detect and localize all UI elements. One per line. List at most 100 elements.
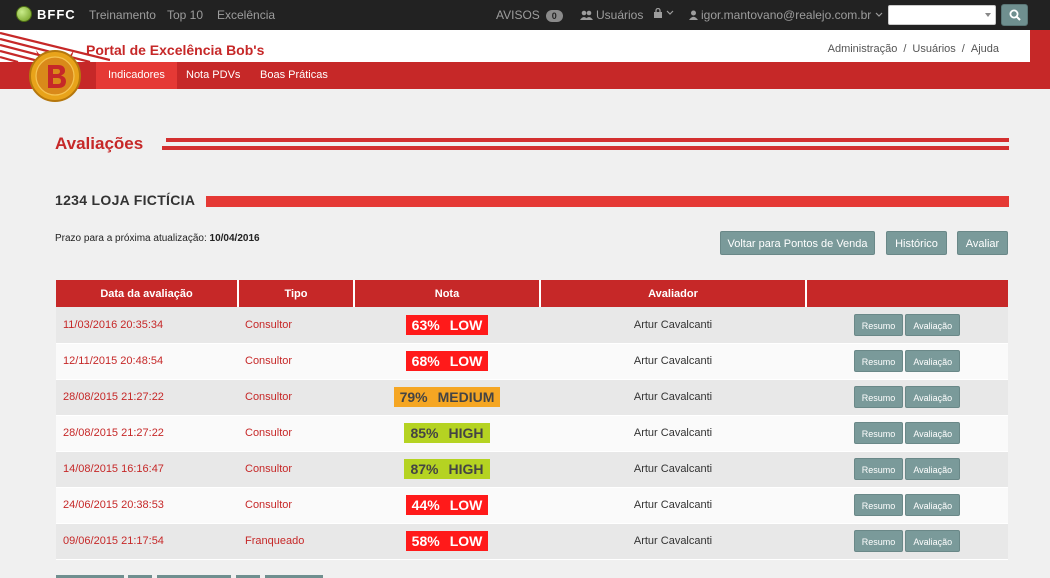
cell-type: Consultor: [238, 487, 354, 524]
cell-score: 44% LOW: [354, 487, 540, 524]
avaliacao-button[interactable]: Avaliação: [905, 350, 961, 372]
cell-type: Consultor: [238, 343, 354, 380]
lock-icon: [654, 8, 662, 18]
score-badge: 79% MEDIUM: [393, 387, 501, 407]
table-row: 12/11/2015 20:48:54 Consultor 68% LOW Artur …: [56, 343, 1008, 380]
resumo-button[interactable]: Resumo: [853, 313, 904, 336]
cell-date: 14/08/2015 16:16:47: [56, 451, 238, 488]
score-level: LOW: [449, 533, 483, 549]
avaliacao-button[interactable]: Avaliação: [905, 458, 961, 480]
cell-date: 28/08/2015 21:27:22: [56, 379, 238, 416]
cell-actions: Resumo Avaliação: [806, 415, 1008, 452]
col-header-type: Tipo: [238, 280, 355, 307]
search-icon: [1009, 9, 1021, 21]
portal-title[interactable]: Portal de Excelência Bob's: [86, 42, 264, 58]
avaliacao-button[interactable]: Avaliação: [905, 386, 961, 408]
score-level: LOW: [449, 316, 483, 333]
score-level: MEDIUM: [437, 389, 495, 405]
subnav-boas-praticas[interactable]: Boas Práticas: [248, 62, 340, 89]
evaluations-table: Data da avaliação Tipo Nota Avaliador 11…: [56, 280, 1008, 560]
deadline-label: Prazo para a próxima atualização:: [55, 233, 207, 244]
score-level: HIGH: [448, 461, 484, 477]
cell-actions: Resumo Avaliação: [806, 379, 1008, 416]
cell-date: 11/03/2016 20:35:34: [56, 307, 238, 344]
breadcrumb-usuarios[interactable]: Usuários: [912, 43, 955, 55]
search-input[interactable]: [888, 5, 996, 25]
resumo-button[interactable]: Resumo: [853, 458, 904, 480]
score-badge: 58% LOW: [405, 531, 489, 551]
cell-actions: Resumo Avaliação: [806, 307, 1008, 344]
user-icon: [689, 10, 698, 20]
col-header-date: Data da avaliação: [56, 280, 239, 307]
brand[interactable]: BFFC: [16, 6, 76, 22]
search-dropdown-caret-icon[interactable]: [985, 13, 991, 17]
cell-actions: Resumo Avaliação: [806, 451, 1008, 488]
user-menu[interactable]: igor.mantovano@realejo.com.br: [689, 8, 883, 22]
cell-date: 24/06/2015 20:38:53: [56, 487, 238, 524]
table-header-row: Data da avaliação Tipo Nota Avaliador: [56, 280, 1008, 307]
brand-name: BFFC: [37, 6, 76, 22]
avisos-link[interactable]: AVISOS 0: [496, 8, 563, 22]
score-badge: 87% HIGH: [404, 459, 490, 479]
nav-link-treinamento[interactable]: Treinamento: [89, 8, 156, 22]
score-value: 44%: [411, 497, 440, 513]
bobs-medal-logo[interactable]: [28, 48, 82, 102]
table-row: 11/03/2016 20:35:34 Consultor 63% LOW Artur …: [56, 307, 1008, 344]
score-value: 58%: [411, 533, 440, 549]
resumo-button[interactable]: Resumo: [853, 494, 904, 516]
lock-dropdown[interactable]: [654, 8, 674, 18]
user-email: igor.mantovano@realejo.com.br: [701, 8, 872, 22]
cell-date: 09/06/2015 21:17:54: [56, 523, 238, 560]
resumo-button[interactable]: Resumo: [853, 350, 904, 372]
cell-score: 85% HIGH: [354, 415, 540, 452]
cell-evaluator: Artur Cavalcanti: [540, 523, 806, 560]
avisos-badge: 0: [545, 10, 563, 22]
breadcrumb-administracao[interactable]: Administração: [828, 43, 898, 55]
nav-link-excelencia[interactable]: Excelência: [217, 8, 275, 22]
avaliacao-button[interactable]: Avaliação: [905, 313, 961, 336]
score-value: 85%: [410, 425, 439, 441]
cell-score: 63% LOW: [354, 307, 540, 344]
resumo-button[interactable]: Resumo: [853, 530, 904, 552]
brand-logo-icon: [16, 6, 32, 22]
header-right-band: [1030, 30, 1050, 89]
cell-date: 28/08/2015 21:27:22: [56, 415, 238, 452]
cell-actions: Resumo Avaliação: [806, 523, 1008, 560]
avaliacao-button[interactable]: Avaliação: [905, 422, 961, 444]
page-title: Avaliações: [55, 134, 144, 153]
subnav-nota-pdvs[interactable]: Nota PDVs: [174, 62, 252, 89]
table-row: 28/08/2015 21:27:22 Consultor 85% HIGH Artur…: [56, 415, 1008, 452]
history-button[interactable]: Histórico: [886, 231, 947, 255]
store-title: 1234 LOJA FICTÍCIA: [55, 192, 196, 208]
col-header-evaluator: Avaliador: [540, 280, 807, 307]
subnav-indicadores[interactable]: Indicadores: [96, 62, 177, 89]
deadline-value: 10/04/2016: [209, 233, 260, 244]
avaliacao-button[interactable]: Avaliação: [905, 530, 961, 552]
cell-actions: Resumo Avaliação: [806, 343, 1008, 380]
top-navbar: BFFC Treinamento Top 10 Excelência AVISO…: [0, 0, 1050, 30]
store-title-rule: [206, 196, 1009, 207]
resumo-button[interactable]: Resumo: [853, 422, 904, 444]
deadline-text: Prazo para a próxima atualização: 10/04/…: [55, 233, 260, 244]
cell-type: Consultor: [238, 307, 354, 344]
title-rule-top: [166, 138, 1009, 142]
avaliacao-button[interactable]: Avaliação: [905, 494, 961, 516]
cell-evaluator: Artur Cavalcanti: [540, 379, 806, 416]
avisos-label: AVISOS: [496, 8, 540, 22]
usuarios-link[interactable]: Usuários: [580, 8, 643, 22]
resumo-button[interactable]: Resumo: [853, 386, 904, 408]
score-value: 87%: [410, 461, 439, 477]
nav-link-top10[interactable]: Top 10: [167, 8, 203, 22]
back-to-pdv-button[interactable]: Voltar para Pontos de Venda: [720, 231, 875, 255]
table-row: 09/06/2015 21:17:54 Franqueado 58% LOW Artur…: [56, 523, 1008, 560]
col-header-actions: [806, 280, 1008, 307]
search-button[interactable]: [1001, 4, 1028, 26]
breadcrumb-ajuda[interactable]: Ajuda: [971, 43, 999, 55]
chevron-down-icon: [875, 12, 883, 17]
cell-type: Consultor: [238, 415, 354, 452]
evaluate-button[interactable]: Avaliar: [957, 231, 1008, 255]
chevron-down-icon: [666, 10, 674, 15]
cell-score: 68% LOW: [354, 343, 540, 380]
cell-date: 12/11/2015 20:48:54: [56, 343, 238, 380]
score-badge: 85% HIGH: [404, 423, 490, 443]
